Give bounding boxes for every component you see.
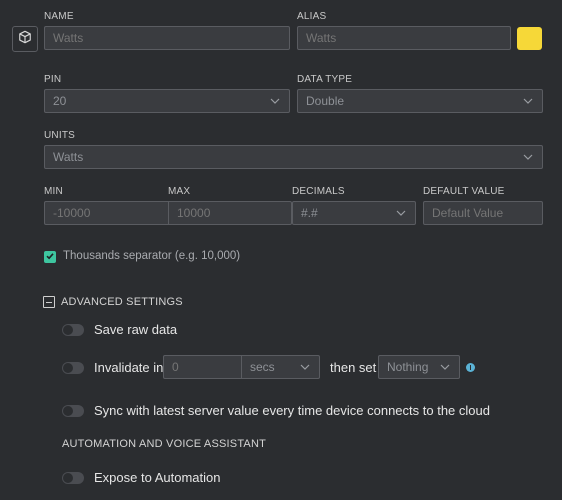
invalidate-label: Invalidate in — [94, 360, 164, 375]
alias-input[interactable] — [297, 26, 511, 50]
min-input[interactable] — [44, 201, 168, 225]
check-icon — [45, 248, 55, 266]
chevron-down-icon — [522, 151, 534, 163]
max-label: MAX — [168, 186, 191, 197]
name-input[interactable] — [44, 26, 290, 50]
then-set-value: Nothing — [387, 360, 429, 374]
chevron-down-icon — [299, 361, 311, 373]
color-swatch[interactable] — [517, 27, 542, 50]
thousands-separator-label: Thousands separator (e.g. 10,000) — [63, 250, 241, 262]
chevron-down-icon — [395, 207, 407, 219]
pin-value: 20 — [53, 94, 67, 108]
advanced-collapse-toggle[interactable] — [43, 296, 55, 308]
units-select[interactable]: Watts — [44, 145, 543, 169]
sync-toggle[interactable] — [62, 405, 84, 417]
sync-label: Sync with latest server value every time… — [94, 403, 490, 418]
invalidate-unit-select[interactable]: secs — [241, 355, 320, 379]
info-icon[interactable] — [466, 363, 475, 372]
pin-select[interactable]: 20 — [44, 89, 290, 113]
max-input[interactable] — [168, 201, 292, 225]
alias-label: ALIAS — [297, 11, 327, 22]
thousands-separator-checkbox[interactable] — [44, 251, 56, 263]
min-label: MIN — [44, 186, 63, 197]
toggle-knob — [63, 325, 73, 335]
invalidate-toggle[interactable] — [62, 362, 84, 374]
decimals-value: #.# — [301, 206, 318, 220]
units-label: UNITS — [44, 130, 75, 141]
invalidate-unit-value: secs — [250, 360, 275, 374]
decimals-label: DECIMALS — [292, 186, 345, 197]
data-type-select[interactable]: Double — [297, 89, 543, 113]
save-raw-toggle[interactable] — [62, 324, 84, 336]
toggle-knob — [63, 473, 73, 483]
chevron-down-icon — [522, 95, 534, 107]
minus-square-icon — [46, 301, 52, 303]
decimals-select[interactable]: #.# — [292, 201, 416, 225]
toggle-knob — [63, 406, 73, 416]
units-value: Watts — [53, 150, 84, 164]
expose-automation-label: Expose to Automation — [94, 470, 221, 485]
advanced-settings-title: ADVANCED SETTINGS — [61, 296, 183, 308]
save-raw-label: Save raw data — [94, 322, 178, 337]
then-set-select[interactable]: Nothing — [378, 355, 460, 379]
pin-label: PIN — [44, 74, 62, 85]
chevron-down-icon — [439, 361, 451, 373]
data-type-value: Double — [306, 94, 345, 108]
cube-icon — [18, 30, 32, 49]
default-value-label: DEFAULT VALUE — [423, 186, 505, 197]
expose-automation-toggle[interactable] — [62, 472, 84, 484]
data-type-label: DATA TYPE — [297, 74, 353, 85]
automation-section-title: AUTOMATION AND VOICE ASSISTANT — [62, 438, 267, 450]
invalidate-value-input[interactable] — [163, 355, 242, 379]
name-label: NAME — [44, 11, 74, 22]
then-set-label: then set — [330, 360, 377, 375]
chevron-down-icon — [269, 95, 281, 107]
device-icon-button[interactable] — [12, 26, 38, 52]
toggle-knob — [63, 363, 73, 373]
default-value-input[interactable] — [423, 201, 543, 225]
